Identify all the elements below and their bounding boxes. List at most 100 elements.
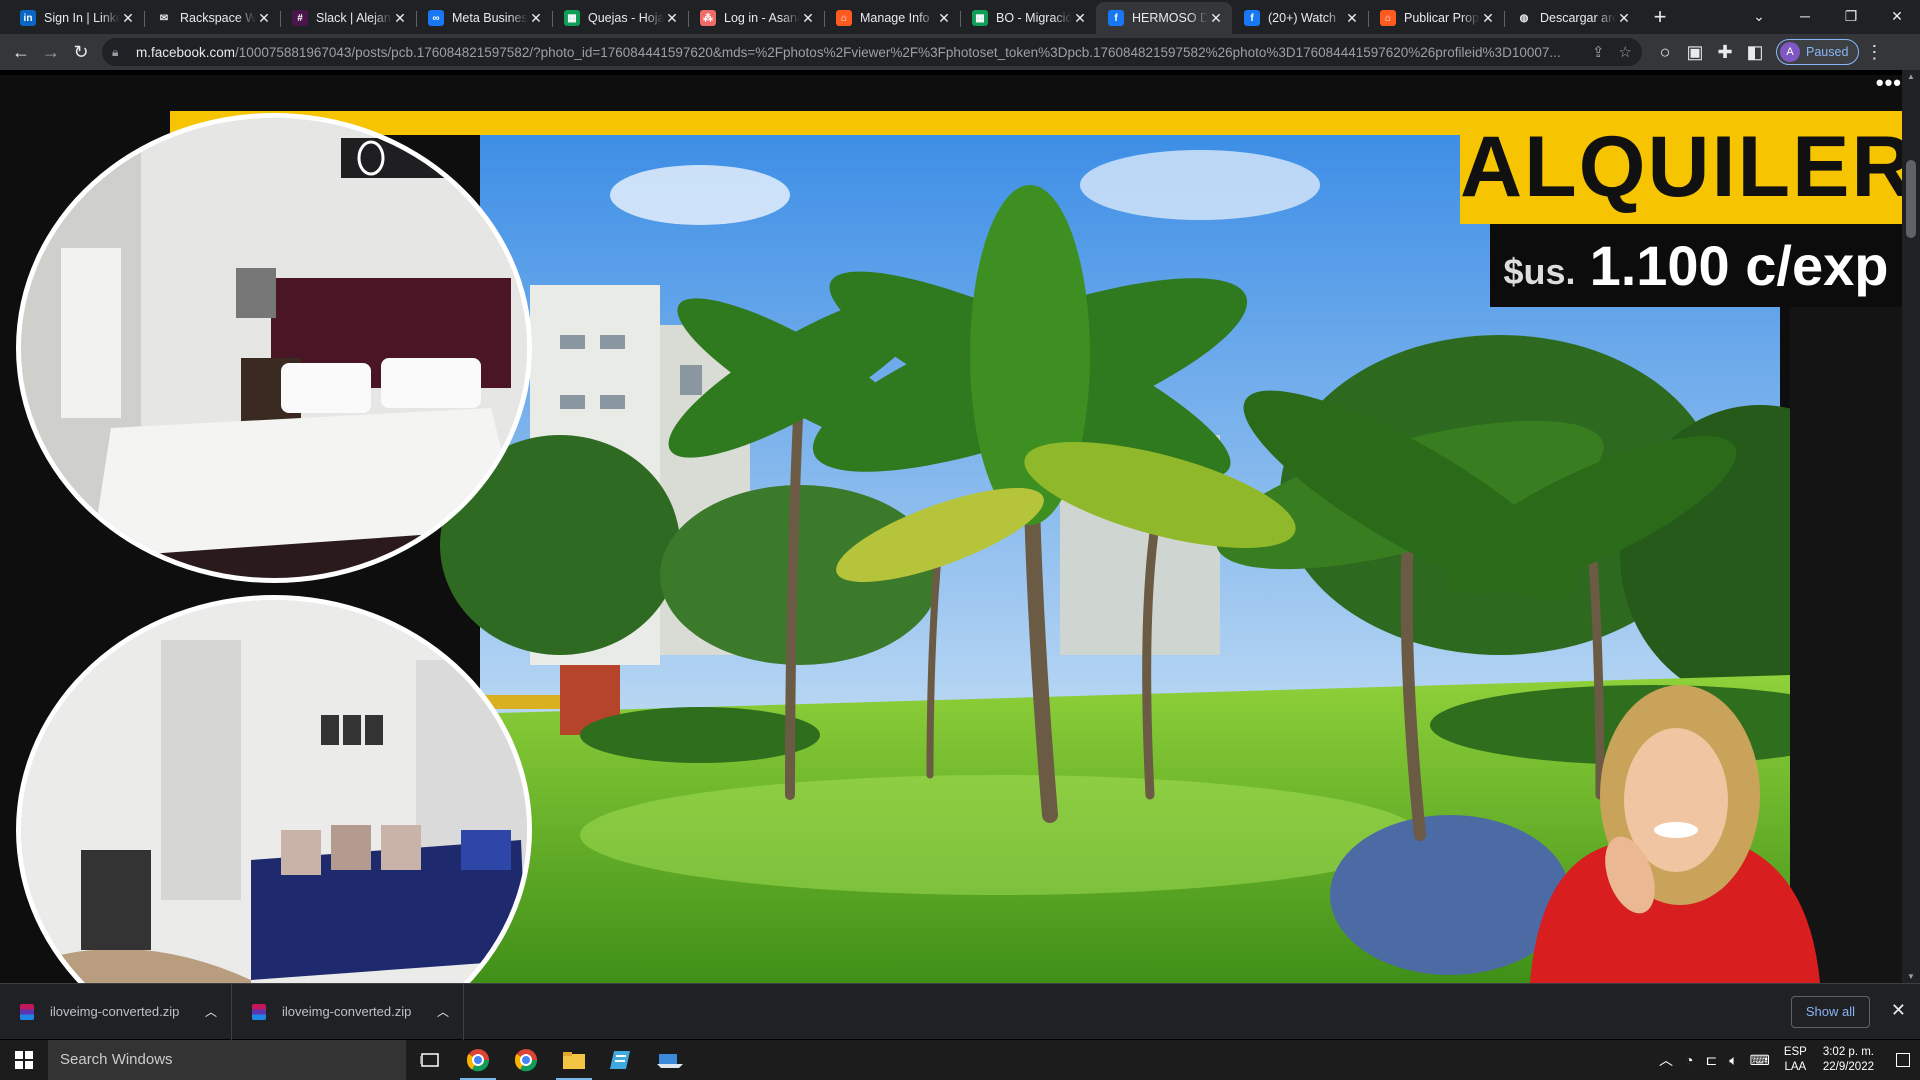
- scrollbar[interactable]: ▲ ▼: [1902, 70, 1920, 983]
- scroll-down-icon[interactable]: ▼: [1906, 972, 1916, 981]
- browser-tab[interactable]: ▦ Quejas - Hoja de cálculo✕: [552, 2, 688, 34]
- profile-status: Paused: [1806, 45, 1849, 59]
- show-all-downloads-button[interactable]: Show all: [1790, 996, 1870, 1028]
- language-code: ESP: [1783, 1046, 1807, 1058]
- keyboard-icon[interactable]: ⌨: [1750, 1052, 1770, 1069]
- zip-file-icon: [20, 1003, 34, 1020]
- browser-tab[interactable]: ⌂ Manage Info ✕: [824, 2, 960, 34]
- forward-button[interactable]: →: [36, 37, 66, 67]
- chrome-profile-taskbar-icon[interactable]: [454, 1040, 502, 1080]
- asana-icon: ⁂: [700, 10, 716, 26]
- close-download-bar-icon[interactable]: ✕: [1891, 1000, 1906, 1021]
- tab-title: Log in - Asana: [724, 11, 800, 25]
- side-panel-icon[interactable]: ◧: [1740, 37, 1770, 67]
- back-button[interactable]: ←: [6, 37, 36, 67]
- post-photo: ALQUILER $us. 1.100 c/exp: [0, 75, 1902, 983]
- url-text[interactable]: m.facebook.com/100075881967043/posts/pcb…: [136, 45, 1578, 60]
- url-host: m.facebook.com: [136, 44, 236, 60]
- chevron-up-icon[interactable]: ︿: [437, 1003, 449, 1020]
- file-explorer-icon[interactable]: [550, 1040, 598, 1080]
- close-window-button[interactable]: ✕: [1874, 0, 1920, 32]
- app-taskbar-icon[interactable]: [598, 1040, 646, 1080]
- rent-headline: ALQUILER: [1460, 111, 1902, 224]
- close-tab-icon[interactable]: ✕: [1616, 10, 1632, 26]
- tab-title: Descargar archivo: [1540, 11, 1616, 25]
- tab-strip: inSign In | LinkedIn✕✉Rackspace Webmail✕…: [0, 0, 1920, 34]
- wifi-icon[interactable]: ◔: [1685, 1052, 1693, 1068]
- lock-icon[interactable]: 🔒︎: [112, 45, 128, 60]
- tab-title: Rackspace Webmail: [180, 11, 256, 25]
- browser-tab[interactable]: ⌂ Publicar Propiedad✕: [1368, 2, 1504, 34]
- system-tray: ︿ ◔ ⊏ 🔈︎ ⌨ ESP LAA 3:02 p. m. 22/9/2022: [1653, 1040, 1920, 1080]
- facebook-icon: f: [1108, 10, 1124, 26]
- browser-tab[interactable]: ⁂ Log in - Asana ✕: [688, 2, 824, 34]
- close-tab-icon[interactable]: ✕: [1072, 10, 1088, 26]
- clock-date: 22/9/2022: [1822, 1061, 1874, 1073]
- browser-tab[interactable]: ∞ Meta Business Suite✕: [416, 2, 552, 34]
- sheets-icon: ▦: [564, 10, 580, 26]
- tab-search-icon[interactable]: ⌄: [1736, 0, 1782, 32]
- close-tab-icon[interactable]: ✕: [256, 10, 272, 26]
- close-tab-icon[interactable]: ✕: [1344, 10, 1360, 26]
- close-tab-icon[interactable]: ✕: [664, 10, 680, 26]
- tray-chevron-up-icon[interactable]: ︿: [1659, 1050, 1673, 1070]
- extensions-puzzle-icon[interactable]: ✚: [1710, 37, 1740, 67]
- extension-badge-icon[interactable]: ▣: [1680, 37, 1710, 67]
- close-tab-icon[interactable]: ✕: [800, 10, 816, 26]
- bookmark-star-icon[interactable]: ☆: [1619, 43, 1632, 61]
- taskbar-clock[interactable]: 3:02 p. m. 22/9/2022: [1823, 1045, 1874, 1075]
- linkedin-icon: in: [20, 10, 36, 26]
- close-tab-icon[interactable]: ✕: [120, 10, 136, 26]
- tab-title: Meta Business Suite: [452, 11, 528, 25]
- browser-tab[interactable]: ✉ Rackspace Webmail✕: [144, 2, 280, 34]
- windows-taskbar: Search Windows ︿ ◔ ⊏ 🔈︎ ⌨ ESP LAA 3:02 p…: [0, 1040, 1920, 1080]
- reload-button[interactable]: ↻: [66, 37, 96, 67]
- tab-title: Sign In | LinkedIn: [44, 11, 120, 25]
- input-language-indicator[interactable]: ESP LAA: [1784, 1045, 1807, 1075]
- volume-icon[interactable]: 🔈︎: [1729, 1052, 1737, 1069]
- more-options-icon[interactable]: •••: [1876, 72, 1902, 94]
- restore-button[interactable]: ❐: [1828, 0, 1874, 32]
- network-icon[interactable]: ⊏: [1705, 1052, 1717, 1069]
- taskbar-search-box[interactable]: Search Windows: [48, 1040, 406, 1080]
- bedroom-image: [21, 118, 527, 578]
- tab-title: Slack | Alejandra: [316, 11, 392, 25]
- facebook-icon: f: [1244, 10, 1260, 26]
- scroll-up-icon[interactable]: ▲: [1906, 72, 1916, 81]
- close-tab-icon[interactable]: ✕: [392, 10, 408, 26]
- browser-tab[interactable]: # Slack | Alejandra✕: [280, 2, 416, 34]
- download-item[interactable]: iloveimg-converted.zip ︿: [232, 983, 464, 1040]
- download-filename: iloveimg-converted.zip: [50, 1004, 180, 1019]
- browser-tab[interactable]: ◍ Descargar archivo✕: [1504, 2, 1640, 34]
- new-tab-button[interactable]: +: [1644, 2, 1676, 34]
- notification-center-icon[interactable]: [1896, 1053, 1910, 1067]
- browser-tab[interactable]: f (20+) Watch ✕: [1232, 2, 1368, 34]
- remote-app-taskbar-icon[interactable]: [646, 1040, 694, 1080]
- minimize-button[interactable]: ─: [1782, 0, 1828, 32]
- browser-menu-icon[interactable]: ⋮: [1859, 37, 1889, 67]
- browser-toolbar: ← → ↻ 🔒︎ m.facebook.com/100075881967043/…: [0, 34, 1920, 70]
- extension-circle-icon[interactable]: ○: [1650, 37, 1680, 67]
- task-view-icon[interactable]: [406, 1040, 454, 1080]
- close-tab-icon[interactable]: ✕: [528, 10, 544, 26]
- close-tab-icon[interactable]: ✕: [936, 10, 952, 26]
- scrollbar-thumb[interactable]: [1906, 160, 1916, 238]
- browser-tab[interactable]: in Sign In | LinkedIn✕: [8, 2, 144, 34]
- window-controls: ⌄ ─ ❐ ✕: [1736, 0, 1920, 32]
- browser-tab[interactable]: ▦ BO - Migración ✕: [960, 2, 1096, 34]
- close-tab-icon[interactable]: ✕: [1208, 10, 1224, 26]
- home-icon: ⌂: [836, 10, 852, 26]
- clock-time: 3:02 p. m.: [1822, 1046, 1874, 1058]
- chevron-up-icon[interactable]: ︿: [205, 1003, 217, 1020]
- profile-button[interactable]: A Paused: [1776, 39, 1860, 65]
- close-tab-icon[interactable]: ✕: [1480, 10, 1496, 26]
- browser-tab[interactable]: f HERMOSO DEPARTAMENTO✕: [1096, 2, 1232, 34]
- sheets-icon: ▦: [972, 10, 988, 26]
- start-button[interactable]: [0, 1040, 48, 1080]
- address-bar[interactable]: 🔒︎ m.facebook.com/100075881967043/posts/…: [102, 38, 1642, 66]
- share-icon[interactable]: ⇪: [1592, 43, 1605, 61]
- url-path: /100075881967043/posts/pcb.1760848215975…: [235, 44, 1561, 60]
- download-item[interactable]: iloveimg-converted.zip ︿: [0, 983, 232, 1040]
- chrome-taskbar-icon[interactable]: [502, 1040, 550, 1080]
- bedroom-photo: [16, 113, 532, 583]
